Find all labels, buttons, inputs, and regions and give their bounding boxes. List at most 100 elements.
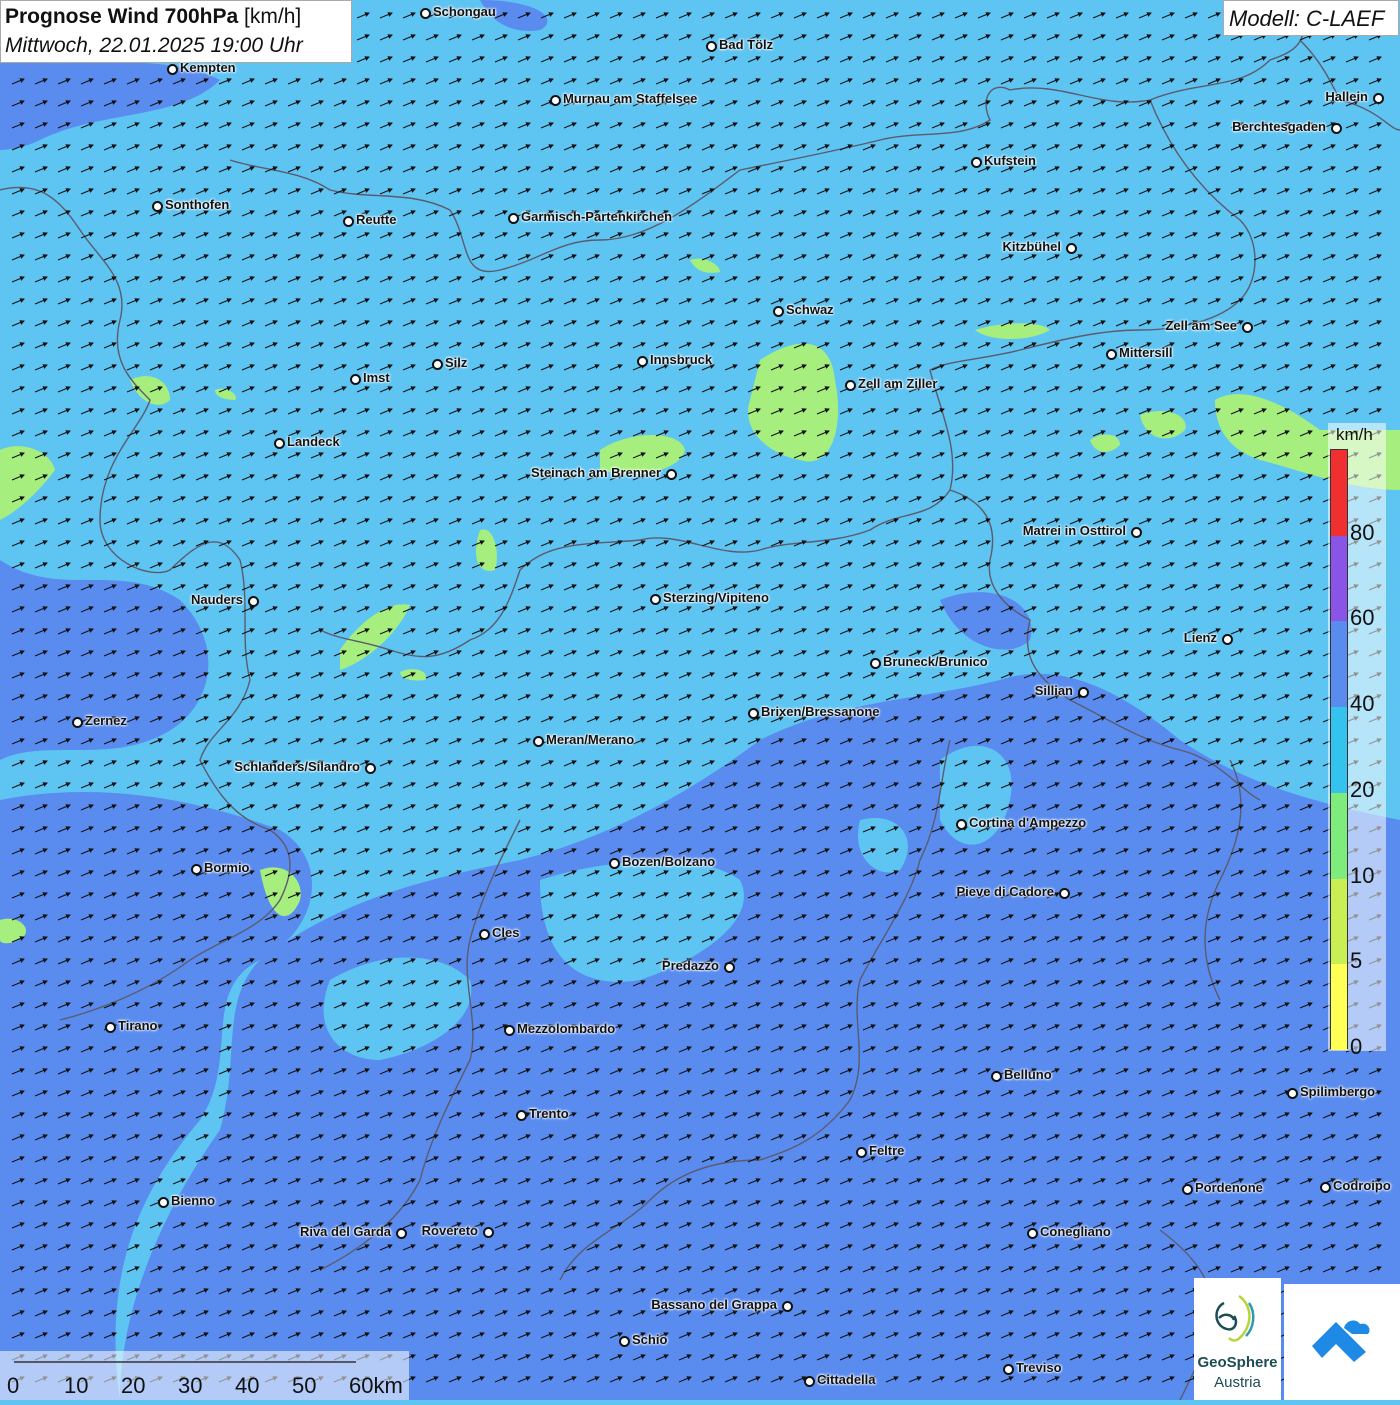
city-label: Silz xyxy=(445,355,468,370)
city-dot-icon xyxy=(956,819,967,830)
city-label: Schio xyxy=(632,1332,668,1347)
city-dot-icon xyxy=(167,64,178,75)
city-label: Reutte xyxy=(356,212,397,227)
scale-tick-label: 60km xyxy=(349,1373,403,1398)
city-label: Zell am Ziller xyxy=(858,376,938,391)
city-label: Nauders xyxy=(190,592,243,607)
legend-segment xyxy=(1331,621,1347,708)
city-dot-icon xyxy=(1066,243,1077,254)
scale-tick-label: 0 xyxy=(7,1373,20,1398)
city-dot-icon xyxy=(1373,93,1384,104)
city-label: Bassano del Grappa xyxy=(651,1297,777,1312)
city-dot-icon xyxy=(706,41,717,52)
city-label: Imst xyxy=(363,370,390,385)
city-dot-icon xyxy=(773,306,784,317)
map-title: Prognose Wind 700hPa [km/h] xyxy=(5,5,301,29)
scale-tick-label: 10 xyxy=(64,1373,89,1398)
city-label: Schlanders/Silandro xyxy=(234,759,360,774)
scale-tick-label: 40 xyxy=(235,1373,260,1398)
city-dot-icon xyxy=(666,469,677,480)
city-dot-icon xyxy=(1078,687,1089,698)
city-label: Hallein xyxy=(1325,89,1368,104)
city-label: Bozen/Bolzano xyxy=(622,854,716,869)
city-dot-icon xyxy=(350,374,361,385)
city-label: Landeck xyxy=(287,434,340,449)
scale-tick-label: 30 xyxy=(178,1373,203,1398)
city-label: Pieve di Cadore xyxy=(956,884,1054,899)
city-label: Conegliano xyxy=(1040,1224,1111,1239)
city-dot-icon xyxy=(365,763,376,774)
city-label: Riva del Garda xyxy=(299,1224,391,1239)
city-label: Bormio xyxy=(204,860,250,875)
city-dot-icon xyxy=(782,1301,793,1312)
city-dot-icon xyxy=(550,95,561,106)
city-label: Garmisch-Partenkirchen xyxy=(521,209,673,224)
city-label: Trento xyxy=(529,1106,569,1121)
city-dot-icon xyxy=(343,216,354,227)
city-label: Tirano xyxy=(118,1018,158,1033)
city-label: Steinach am Brenner xyxy=(530,465,661,480)
city-label: Brixen/Bressanone xyxy=(761,704,880,719)
city-label: Bad Tölz xyxy=(719,37,774,52)
city-dot-icon xyxy=(1027,1228,1038,1239)
city-dot-icon xyxy=(516,1110,527,1121)
title-unit: [km/h] xyxy=(244,5,302,28)
city-label: Pordenone xyxy=(1195,1180,1263,1195)
city-dot-icon xyxy=(152,201,163,212)
city-label: Sonthofen xyxy=(165,197,230,212)
legend-segment xyxy=(1331,535,1347,622)
city-label: Feltre xyxy=(869,1143,905,1158)
city-dot-icon xyxy=(158,1197,169,1208)
city-label: Cles xyxy=(492,925,520,940)
city-dot-icon xyxy=(748,708,759,719)
color-legend: km/h 0 5 10 20 40 60 80 xyxy=(1328,423,1386,1059)
city-dot-icon xyxy=(1131,527,1142,538)
app-logo xyxy=(1284,1284,1400,1400)
city-label: Meran/Merano xyxy=(546,732,635,747)
city-dot-icon xyxy=(72,717,83,728)
city-label: Spilimbergo xyxy=(1300,1084,1376,1099)
scale-tick-label: 20 xyxy=(121,1373,146,1398)
city-dot-icon xyxy=(1222,634,1233,645)
city-dot-icon xyxy=(396,1228,407,1239)
city-dot-icon xyxy=(248,596,259,607)
legend-tick-label: 40 xyxy=(1350,691,1375,717)
city-label: Kufstein xyxy=(984,153,1036,168)
city-label: Predazzo xyxy=(661,958,719,973)
city-label: Treviso xyxy=(1016,1360,1062,1375)
city-dot-icon xyxy=(991,1071,1002,1082)
city-dot-icon xyxy=(1106,349,1117,360)
city-dot-icon xyxy=(274,438,285,449)
geosphere-logo: GeoSphere Austria xyxy=(1194,1278,1281,1400)
city-label: Matrei in Osttirol xyxy=(1022,523,1126,538)
legend-tick-label: 80 xyxy=(1350,519,1375,545)
cloud-arrow-icon xyxy=(1312,1320,1370,1362)
city-label: Murnau am Staffelsee xyxy=(563,91,698,106)
forecast-datetime: Mittwoch, 22.01.2025 19:00 Uhr xyxy=(5,34,303,57)
geosphere-name-line2: Austria xyxy=(1214,1374,1261,1391)
city-dot-icon xyxy=(650,594,661,605)
city-dot-icon xyxy=(637,356,648,367)
legend-segment xyxy=(1331,878,1347,965)
scale-bar: 0 10 20 30 40 50 60km xyxy=(0,1351,409,1400)
city-dot-icon xyxy=(609,858,620,869)
model-label: Modell: C-LAEF xyxy=(1229,6,1385,31)
city-dot-icon xyxy=(619,1336,630,1347)
city-dot-icon xyxy=(504,1025,515,1036)
geosphere-name-line1: GeoSphere xyxy=(1197,1354,1278,1371)
legend-segment xyxy=(1331,450,1347,536)
legend-color-bar xyxy=(1330,449,1348,1050)
city-dot-icon xyxy=(533,736,544,747)
city-dot-icon xyxy=(1059,888,1070,899)
city-dot-icon xyxy=(1182,1184,1193,1195)
city-dot-icon xyxy=(870,658,881,669)
city-dot-icon xyxy=(432,359,443,370)
city-dot-icon xyxy=(724,962,735,973)
city-dot-icon xyxy=(1242,322,1253,333)
title-text: Prognose Wind 700hPa xyxy=(5,5,239,28)
city-label: Rovereto xyxy=(421,1223,478,1238)
city-dot-icon xyxy=(1320,1182,1331,1193)
city-label: Mezzolombardo xyxy=(517,1021,616,1036)
legend-tick-label: 10 xyxy=(1350,862,1375,888)
city-label: Cittadella xyxy=(817,1372,876,1387)
